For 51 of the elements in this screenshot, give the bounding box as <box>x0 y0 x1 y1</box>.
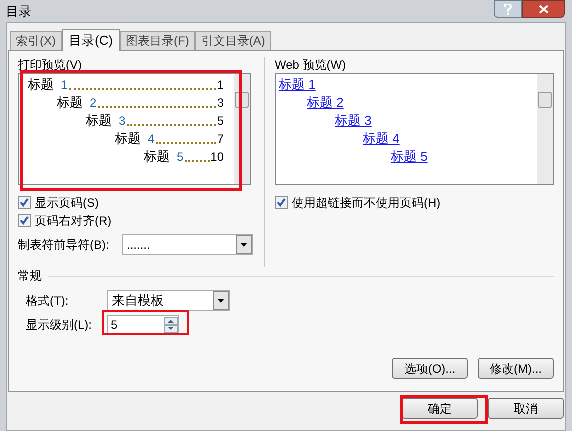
entry-heading: 标题 <box>144 148 170 166</box>
web-preview-label: Web 预览(W) <box>275 57 348 73</box>
heading-link[interactable]: 标题 3 <box>335 110 372 130</box>
entry-number: 2 <box>90 95 97 112</box>
checkbox[interactable] <box>275 196 288 209</box>
checkbox-label: 显示页码(S) <box>35 194 99 212</box>
checkbox-label: 页码右对齐(R) <box>35 212 112 230</box>
leader-line <box>184 160 210 162</box>
help-icon <box>504 4 512 14</box>
heading-link[interactable]: 标题 5 <box>391 146 428 166</box>
close-button[interactable] <box>522 0 565 18</box>
entry-number: 3 <box>119 113 126 130</box>
leader-line <box>156 142 216 144</box>
show-levels-label: 显示级别(L): <box>26 317 93 334</box>
format-dropdown[interactable]: 来自模板 <box>107 290 230 311</box>
dialog-button[interactable]: 选项(O)... <box>392 358 468 379</box>
checkbox-label: 使用超链接而不使用页码(H) <box>292 194 441 212</box>
entry-heading: 标题 <box>57 94 83 112</box>
heading-link[interactable]: 标题 4 <box>363 128 400 148</box>
entry-heading: 标题 <box>28 76 54 94</box>
page-number: 7 <box>217 131 224 148</box>
page-number: 1 <box>217 77 224 94</box>
page-number: 3 <box>217 95 224 112</box>
checkbox[interactable] <box>18 196 31 209</box>
dialog-button[interactable]: 取消 <box>488 398 564 419</box>
tab-leader-label: 制表符前导符(B): <box>18 236 110 254</box>
tab[interactable]: 图表目录(F) <box>120 31 196 50</box>
help-button[interactable] <box>494 0 522 18</box>
section-heading: 常规 <box>18 268 42 285</box>
entry-number: 1 <box>61 77 68 94</box>
scrollbar[interactable] <box>537 74 553 184</box>
format-label: 格式(T): <box>26 292 70 310</box>
heading-link[interactable]: 标题 1 <box>279 74 316 94</box>
entry-heading: 标题 <box>115 130 141 148</box>
dialog-button[interactable]: 修改(M)... <box>478 358 554 379</box>
checkbox[interactable] <box>18 214 31 227</box>
close-icon <box>538 4 548 14</box>
page-number: 10 <box>210 149 224 166</box>
tab[interactable]: 引文目录(A) <box>195 31 272 50</box>
tab-leader-dropdown[interactable]: ....... <box>122 234 253 255</box>
heading-link[interactable]: 标题 2 <box>307 92 344 112</box>
entry-number: 5 <box>177 149 184 166</box>
dialog-button[interactable]: 确定 <box>402 398 478 419</box>
tab[interactable]: 目录(C) <box>62 29 120 51</box>
tab[interactable]: 索引(X) <box>10 31 62 50</box>
page-number: 5 <box>217 113 224 130</box>
entry-number: 4 <box>148 131 155 148</box>
spinner-arrows-icon <box>164 317 178 333</box>
show-levels-spinner[interactable]: 5 <box>107 315 179 335</box>
window-title: 目录 <box>6 3 32 21</box>
entry-heading: 标题 <box>86 112 112 130</box>
